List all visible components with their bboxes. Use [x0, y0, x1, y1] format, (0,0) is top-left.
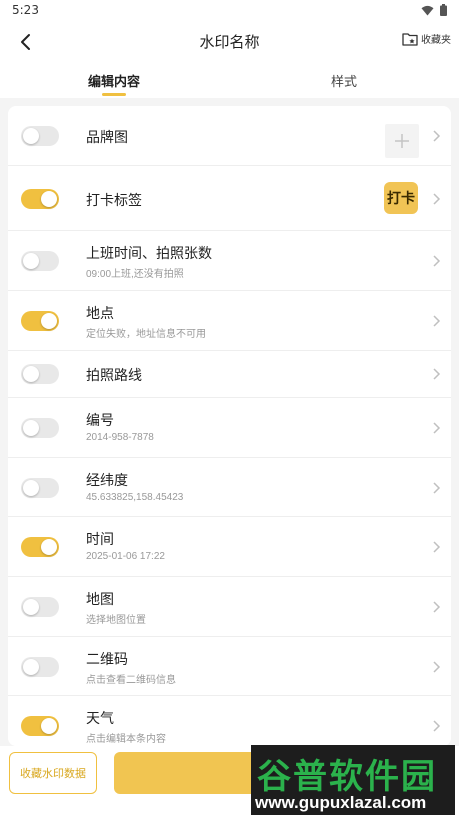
list-item-weather[interactable]: 天气 点击编辑本条内容 — [8, 696, 451, 746]
chevron-right-icon — [433, 368, 441, 380]
tab-edit-content[interactable]: 编辑内容 — [88, 71, 140, 90]
save-watermark-data-button[interactable]: 收藏水印数据 — [9, 752, 97, 794]
row-subtitle: 点击编辑本条内容 — [86, 734, 166, 745]
row-title: 地点 — [86, 306, 114, 322]
list-item-map[interactable]: 地图 选择地图位置 — [8, 577, 451, 637]
row-title: 时间 — [86, 532, 114, 548]
list-item-time[interactable]: 时间 2025-01-06 17:22 — [8, 517, 451, 577]
toggle-switch[interactable] — [21, 126, 59, 146]
row-title: 天气 — [86, 711, 114, 727]
list-item-coordinates[interactable]: 经纬度 45.633825,158.45423 — [8, 458, 451, 517]
toggle-switch[interactable] — [21, 597, 59, 617]
favorites-button[interactable]: 收藏夹 — [402, 31, 451, 46]
folder-star-icon — [402, 32, 418, 46]
toggle-switch[interactable] — [21, 418, 59, 438]
tab-style[interactable]: 样式 — [331, 71, 357, 90]
row-subtitle: 点击查看二维码信息 — [86, 675, 176, 686]
row-subtitle: 45.633825,158.45423 — [86, 492, 184, 503]
toggle-switch[interactable] — [21, 364, 59, 384]
app-header: 水印名称 收藏夹 — [0, 22, 459, 62]
toggle-switch[interactable] — [21, 657, 59, 677]
list-item-punch-label[interactable]: 打卡标签 打卡 — [8, 166, 451, 231]
list-item-brand-image[interactable]: 品牌图 — [8, 106, 451, 166]
chevron-right-icon — [433, 193, 441, 205]
chevron-right-icon — [433, 601, 441, 613]
chevron-right-icon — [433, 661, 441, 673]
status-time: 5:23 — [12, 3, 39, 17]
plus-icon — [395, 134, 409, 148]
watermark-url: www.gupuxlazal.com — [255, 793, 427, 812]
battery-icon — [440, 4, 447, 16]
list-item-location[interactable]: 地点 定位失败，地址信息不可用 — [8, 291, 451, 351]
row-title: 上班时间、拍照张数 — [86, 246, 212, 262]
row-title: 品牌图 — [86, 130, 128, 146]
chevron-right-icon — [433, 482, 441, 494]
chevron-right-icon — [433, 315, 441, 327]
toggle-switch[interactable] — [21, 189, 59, 209]
row-title: 打卡标签 — [86, 193, 142, 209]
toggle-switch[interactable] — [21, 716, 59, 736]
tab-bar: 编辑内容 样式 — [0, 62, 459, 98]
chevron-right-icon — [433, 720, 441, 732]
favorites-label: 收藏夹 — [421, 35, 451, 46]
row-subtitle: 2014-958-7878 — [86, 432, 154, 443]
row-title: 经纬度 — [86, 473, 128, 489]
row-subtitle: 定位失败，地址信息不可用 — [86, 329, 206, 340]
list-item-qr-code[interactable]: 二维码 点击查看二维码信息 — [8, 637, 451, 696]
brand-image-add-button[interactable] — [385, 124, 419, 158]
watermark-title: 谷普软件园 — [257, 757, 437, 797]
status-icons — [421, 4, 447, 16]
chevron-right-icon — [433, 255, 441, 267]
chevron-right-icon — [433, 422, 441, 434]
row-title: 拍照路线 — [86, 368, 142, 384]
active-tab-indicator — [102, 93, 126, 96]
chevron-right-icon — [433, 541, 441, 553]
chevron-right-icon — [433, 130, 441, 142]
page-title: 水印名称 — [199, 33, 260, 51]
toggle-switch[interactable] — [21, 311, 59, 331]
toggle-switch[interactable] — [21, 537, 59, 557]
row-title: 地图 — [86, 592, 114, 608]
row-title: 编号 — [86, 413, 114, 429]
site-watermark: 谷普软件园 www.gupuxlazal.com — [251, 745, 455, 815]
status-bar: 5:23 — [0, 0, 459, 22]
toggle-switch[interactable] — [21, 478, 59, 498]
row-subtitle: 2025-01-06 17:22 — [86, 551, 165, 562]
row-title: 二维码 — [86, 652, 128, 668]
watermark-fields-list: 品牌图 打卡标签 打卡 上班时间、拍照张数 09:00上班,还没有拍照 地点 定… — [8, 106, 451, 746]
row-subtitle: 09:00上班,还没有拍照 — [86, 269, 184, 280]
toggle-switch[interactable] — [21, 251, 59, 271]
wifi-icon — [421, 5, 434, 15]
punch-badge: 打卡 — [384, 182, 418, 214]
list-item-number[interactable]: 编号 2014-958-7878 — [8, 398, 451, 458]
list-item-photo-route[interactable]: 拍照路线 — [8, 351, 451, 398]
list-item-work-time[interactable]: 上班时间、拍照张数 09:00上班,还没有拍照 — [8, 231, 451, 291]
row-subtitle: 选择地图位置 — [86, 615, 146, 626]
